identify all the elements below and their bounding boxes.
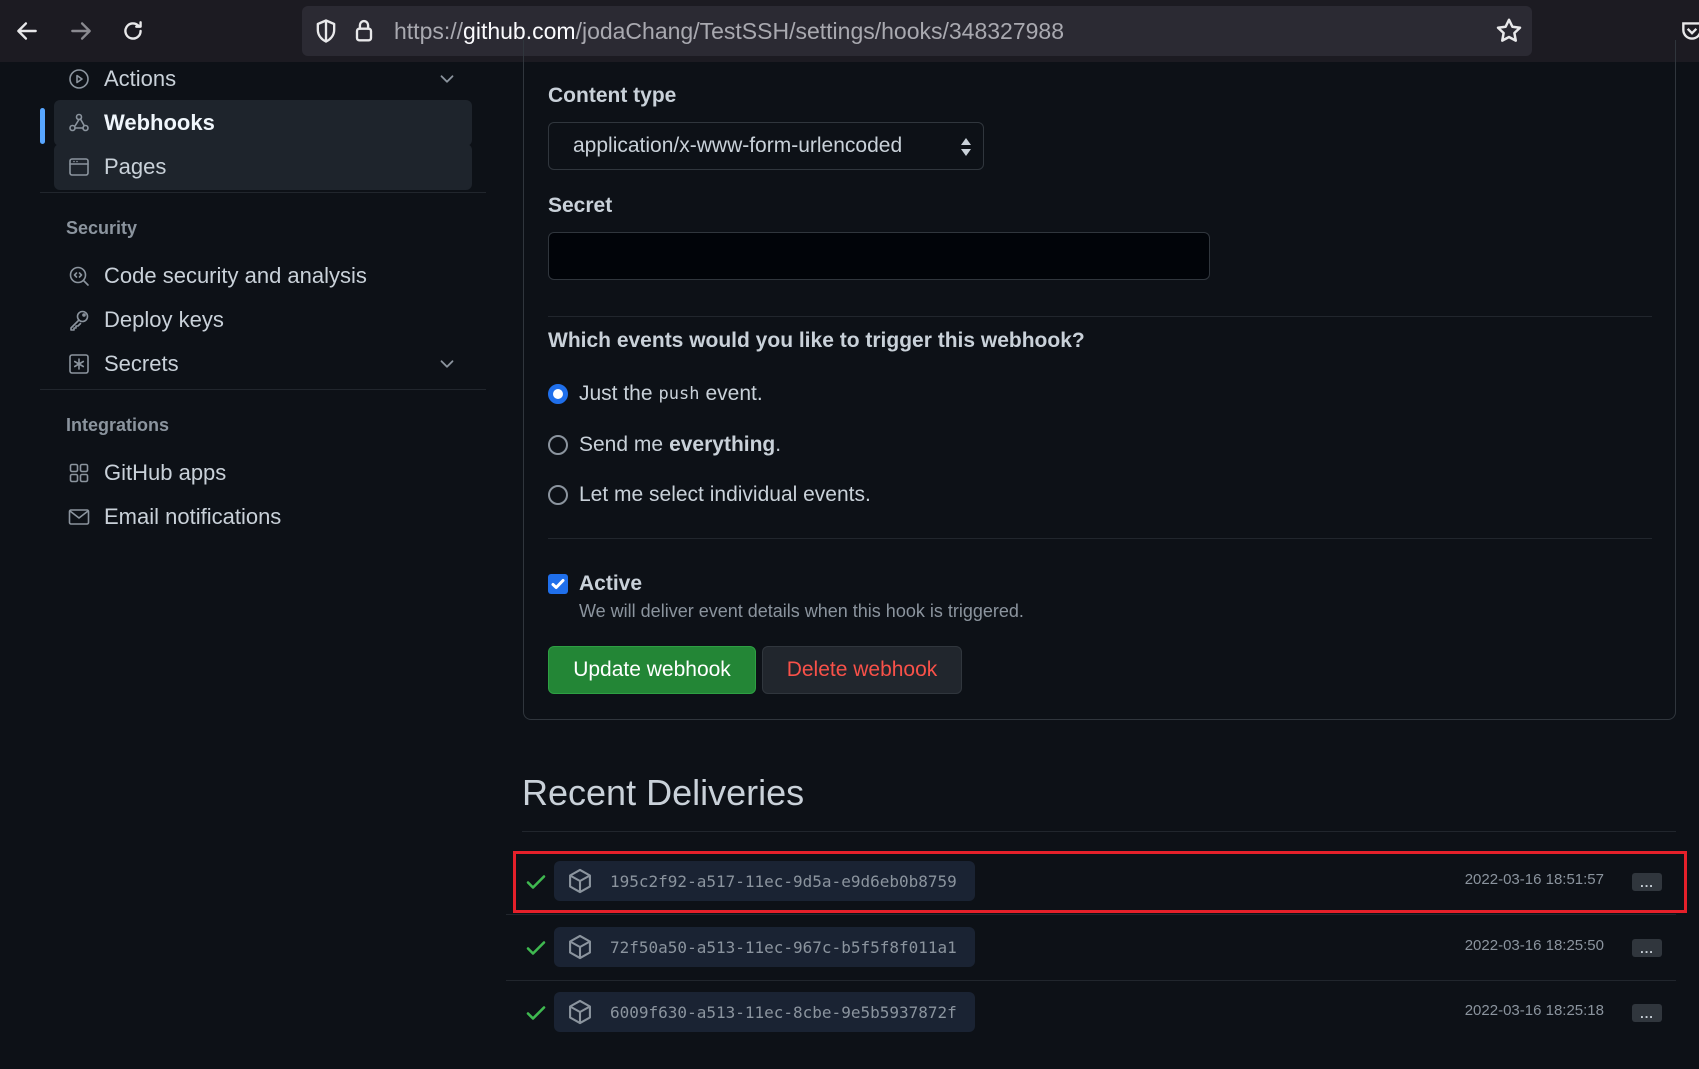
secret-label: Secret xyxy=(548,194,613,217)
delivery-guid-pill[interactable]: 72f50a50-a513-11ec-967c-b5f5f8f011a1 xyxy=(554,927,975,967)
delivery-guid: 195c2f92-a517-11ec-9d5a-e9d6eb0b8759 xyxy=(610,871,957,891)
content-type-value: application/x-www-form-urlencoded xyxy=(573,134,903,157)
delivery-guid-pill[interactable]: 6009f630-a513-11ec-8cbe-9e5b5937872f xyxy=(554,992,975,1032)
sidebar-item-label: Pages xyxy=(104,154,167,179)
events-question: Which events would you like to trigger t… xyxy=(548,329,1085,352)
secret-input[interactable] xyxy=(548,232,1210,280)
radio-button-checked[interactable] xyxy=(548,384,568,404)
pocket-button[interactable] xyxy=(1679,18,1699,44)
arrow-right-icon xyxy=(71,22,91,40)
radio-button[interactable] xyxy=(548,435,568,455)
key-icon xyxy=(66,307,92,333)
sidebar-item-label: Webhooks xyxy=(104,110,215,135)
active-checkbox[interactable] xyxy=(548,574,568,594)
delivery-time: 2022-03-16 18:51:57 xyxy=(1464,871,1604,888)
active-label: Active xyxy=(579,572,643,595)
recent-deliveries-title: Recent Deliveries xyxy=(522,772,805,813)
arrow-left-icon xyxy=(17,22,37,40)
sidebar-item-label: Code security and analysis xyxy=(104,263,367,288)
settings-sidebar: Actions Webhooks Pages Security Code sec… xyxy=(40,62,486,1069)
forward-button[interactable] xyxy=(62,12,100,50)
delivery-guid: 6009f630-a513-11ec-8cbe-9e5b5937872f xyxy=(610,1002,957,1022)
sidebar-item-label: Actions xyxy=(104,66,177,91)
url-prefix: https:// xyxy=(394,18,464,44)
check-icon xyxy=(551,579,565,589)
sidebar-item-webhooks[interactable]: Webhooks xyxy=(54,100,472,146)
sidebar-item-label: GitHub apps xyxy=(104,460,227,485)
radio-label-pre: Just the xyxy=(579,382,653,405)
divider xyxy=(548,316,1652,317)
radio-label-bold: everything xyxy=(669,433,776,456)
sidebar-item-secrets[interactable]: Secrets xyxy=(54,341,472,387)
sidebar-heading-security: Security xyxy=(66,218,138,238)
content-type-select[interactable]: application/x-www-form-urlencoded xyxy=(548,122,984,170)
sidebar-item-pages[interactable]: Pages xyxy=(54,144,472,190)
asterisk-box-icon xyxy=(66,351,92,377)
sidebar-item-label: Secrets xyxy=(104,351,179,376)
sidebar-item-github-apps[interactable]: GitHub apps xyxy=(54,450,472,496)
update-webhook-button[interactable]: Update webhook xyxy=(548,646,756,694)
back-button[interactable] xyxy=(8,12,46,50)
webhook-form: Content type application/x-www-form-urle… xyxy=(523,40,1676,720)
sidebar-item-label: Deploy keys xyxy=(104,307,224,332)
radio-label-code: push xyxy=(658,384,700,404)
radio-button[interactable] xyxy=(548,485,568,505)
radio-label-post: event. xyxy=(705,382,763,405)
delivery-guid-pill[interactable]: 195c2f92-a517-11ec-9d5a-e9d6eb0b8759 xyxy=(554,861,975,901)
select-arrows-icon xyxy=(959,136,973,158)
apps-icon xyxy=(66,460,92,486)
chevron-down-icon[interactable] xyxy=(436,68,458,90)
reload-button[interactable] xyxy=(114,12,152,50)
shield-icon[interactable] xyxy=(312,17,340,45)
check-icon xyxy=(525,1002,547,1024)
package-icon xyxy=(566,867,594,895)
delivery-row[interactable]: 6009f630-a513-11ec-8cbe-9e5b5937872f 202… xyxy=(506,980,1676,1046)
sidebar-divider xyxy=(40,389,486,390)
content-type-label: Content type xyxy=(548,84,677,107)
delete-webhook-button[interactable]: Delete webhook xyxy=(762,646,962,694)
reload-icon xyxy=(124,21,142,40)
radio-everything[interactable]: Send me everything. xyxy=(548,433,781,457)
play-circle-icon xyxy=(66,66,92,92)
sidebar-item-email-notifications[interactable]: Email notifications xyxy=(54,494,472,540)
more-button[interactable]: ... xyxy=(1632,873,1662,891)
codescan-icon xyxy=(66,263,92,289)
more-button[interactable]: ... xyxy=(1632,939,1662,957)
radio-push-event[interactable]: Just the push event. xyxy=(548,382,763,406)
pocket-icon xyxy=(1682,22,1699,40)
webhook-icon xyxy=(66,110,92,136)
check-icon xyxy=(525,937,547,959)
mail-icon xyxy=(66,504,92,530)
package-icon xyxy=(566,933,594,961)
browser-icon xyxy=(66,154,92,180)
delivery-row[interactable]: 195c2f92-a517-11ec-9d5a-e9d6eb0b8759 202… xyxy=(506,849,1676,915)
package-icon xyxy=(566,998,594,1026)
lock-icon[interactable] xyxy=(350,17,378,45)
radio-select-events[interactable]: Let me select individual events. xyxy=(548,483,871,507)
active-checkbox-row[interactable]: Active xyxy=(548,572,642,596)
radio-label: Let me select individual events. xyxy=(579,483,871,506)
more-button[interactable]: ... xyxy=(1632,1004,1662,1022)
active-indicator xyxy=(40,108,45,144)
sidebar-item-deploy-keys[interactable]: Deploy keys xyxy=(54,297,472,343)
delivery-guid: 72f50a50-a513-11ec-967c-b5f5f8f011a1 xyxy=(610,937,957,957)
sidebar-item-label: Email notifications xyxy=(104,504,282,529)
delivery-time: 2022-03-16 18:25:18 xyxy=(1464,1002,1604,1019)
sidebar-divider xyxy=(40,192,486,193)
radio-label-post: . xyxy=(775,433,782,456)
chevron-down-icon[interactable] xyxy=(436,353,458,375)
sidebar-item-code-security[interactable]: Code security and analysis xyxy=(54,253,472,299)
delivery-time: 2022-03-16 18:25:50 xyxy=(1464,937,1604,954)
divider xyxy=(548,538,1652,539)
active-note: We will deliver event details when this … xyxy=(579,601,1024,621)
divider xyxy=(522,831,1676,832)
sidebar-item-actions[interactable]: Actions xyxy=(54,56,472,102)
sidebar-heading-integrations: Integrations xyxy=(66,415,170,435)
radio-label-pre: Send me xyxy=(579,433,664,456)
delivery-row[interactable]: 72f50a50-a513-11ec-967c-b5f5f8f011a1 202… xyxy=(506,915,1676,981)
check-icon xyxy=(525,871,547,893)
